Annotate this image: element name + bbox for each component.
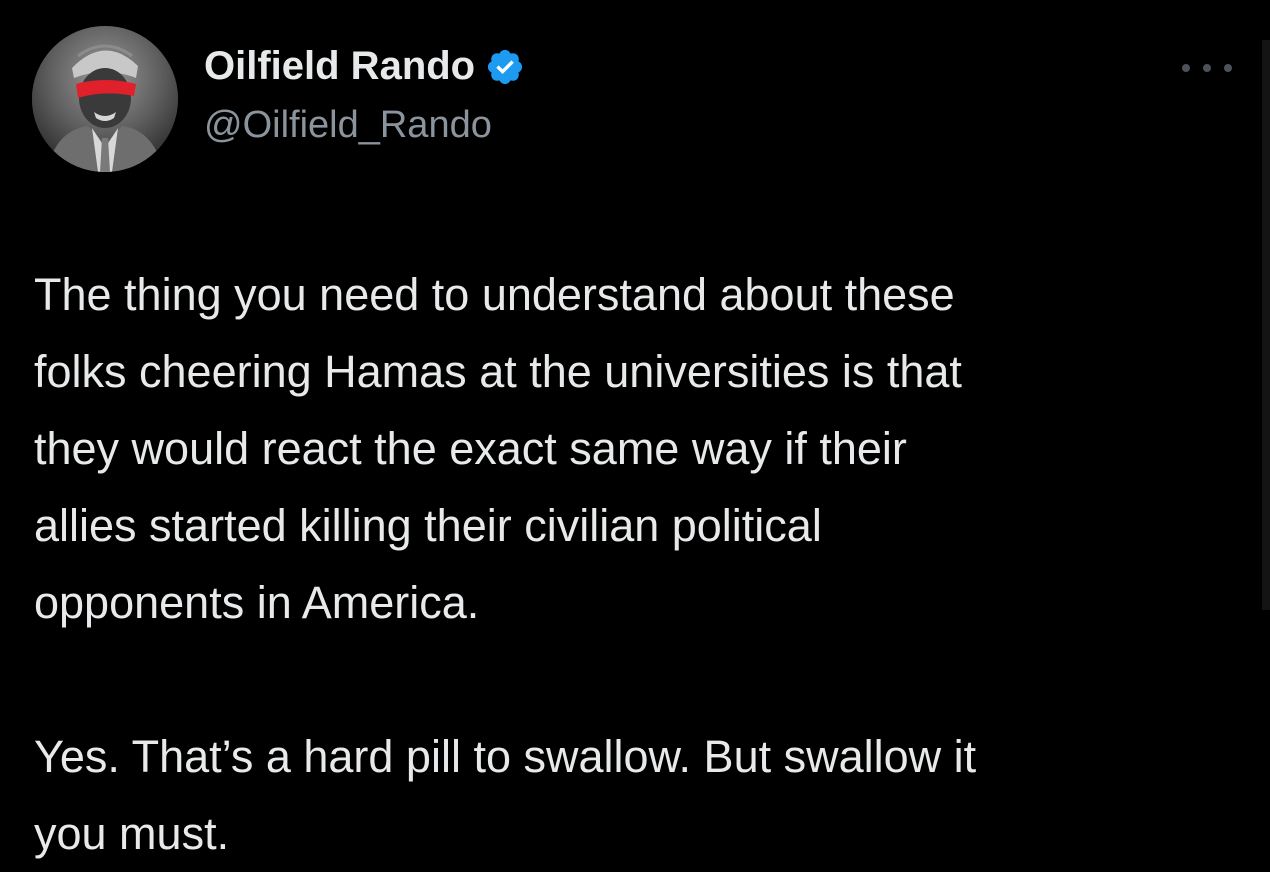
tweet-text: The thing you need to understand about t…: [34, 256, 1234, 872]
tweet-line: folks cheering Hamas at the universities…: [34, 346, 962, 397]
more-horizontal-icon-dot: [1224, 64, 1232, 72]
tweet-line: The thing you need to understand about t…: [34, 269, 955, 320]
author-display-name[interactable]: Oilfield Rando: [204, 44, 475, 89]
author-handle[interactable]: @Oilfield_Rando: [204, 104, 492, 147]
more-options-button[interactable]: [1182, 56, 1232, 80]
scrollbar[interactable]: [1262, 40, 1270, 610]
author-name[interactable]: Oilfield Rando: [204, 44, 525, 89]
avatar-image: [32, 26, 178, 172]
tweet-line: they would react the exact same way if t…: [34, 423, 907, 474]
verified-badge-icon: [485, 47, 525, 87]
tweet-line: Yes. That’s a hard pill to swallow. But …: [34, 731, 977, 782]
more-horizontal-icon-dot: [1203, 64, 1211, 72]
avatar[interactable]: [32, 26, 178, 172]
tweet-line: allies started killing their civilian po…: [34, 500, 822, 551]
more-horizontal-icon: [1182, 64, 1190, 72]
tweet-card: Oilfield Rando @Oilfield_Rando The thing…: [0, 0, 1270, 870]
tweet-line: opponents in America.: [34, 577, 480, 628]
tweet-line: you must.: [34, 808, 230, 859]
